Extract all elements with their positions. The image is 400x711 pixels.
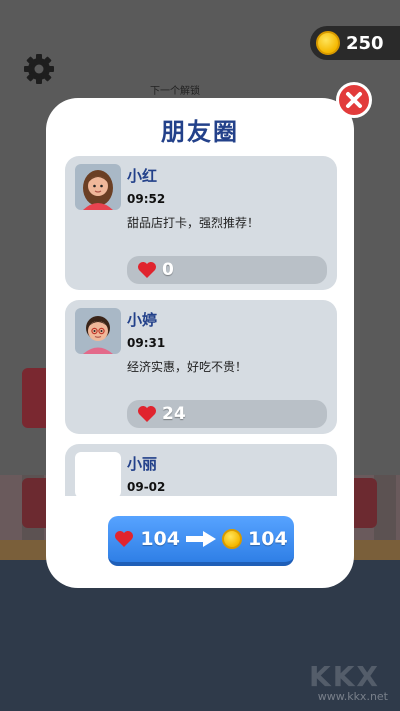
post-author: 小丽	[127, 455, 158, 473]
post-author: 小婷	[127, 311, 158, 329]
post-time: 09:31	[127, 336, 166, 350]
close-icon	[346, 92, 362, 108]
moments-feed[interactable]: 小红 09:52 甜品店打卡，强烈推荐！ 0 小婷 09:31 经济实惠，好吃不…	[65, 156, 337, 496]
convert-coins-value: 104	[248, 528, 288, 550]
feed-post: 小红 09:52 甜品店打卡，强烈推荐！ 0	[65, 156, 337, 290]
like-bar[interactable]: 0	[127, 256, 327, 284]
watermark-text: www.kkx.net	[317, 690, 388, 703]
coin-count: 250	[346, 32, 384, 54]
avatar	[75, 164, 121, 210]
coin-balance: 250	[310, 26, 400, 60]
dialog-title: 朋友圈	[161, 118, 239, 146]
post-time: 09-02	[127, 480, 166, 494]
feed-post: 小丽 09-02	[65, 444, 337, 496]
avatar	[75, 308, 121, 354]
heart-icon	[138, 262, 156, 278]
feed-post: 小婷 09:31 经济实惠，好吃不贵！ 24	[65, 300, 337, 434]
coin-icon	[222, 529, 242, 549]
settings-gear-icon[interactable]	[22, 52, 56, 86]
coin-icon	[316, 31, 340, 55]
post-time: 09:52	[127, 192, 166, 206]
close-button[interactable]	[336, 82, 372, 118]
post-author: 小红	[127, 167, 158, 185]
like-count: 0	[162, 260, 174, 280]
post-text: 经济实惠，好吃不贵！	[127, 360, 248, 374]
like-count: 24	[162, 404, 186, 424]
watermark-logo: KKX	[309, 660, 380, 693]
post-text: 甜品店打卡，强烈推荐！	[127, 216, 260, 230]
convert-hearts-value: 104	[140, 528, 180, 550]
avatar	[75, 452, 121, 496]
heart-icon	[115, 531, 134, 547]
heart-icon	[138, 406, 156, 422]
convert-likes-button[interactable]: 104 104	[108, 516, 294, 566]
next-unlock-label: 下一个解锁	[150, 86, 200, 97]
arrow-right-icon	[186, 531, 216, 547]
like-bar[interactable]: 24	[127, 400, 327, 428]
moments-dialog: 朋友圈 小红 09:52 甜品店打卡，强烈推荐！ 0 小婷 09:31 经济实惠…	[46, 98, 354, 588]
